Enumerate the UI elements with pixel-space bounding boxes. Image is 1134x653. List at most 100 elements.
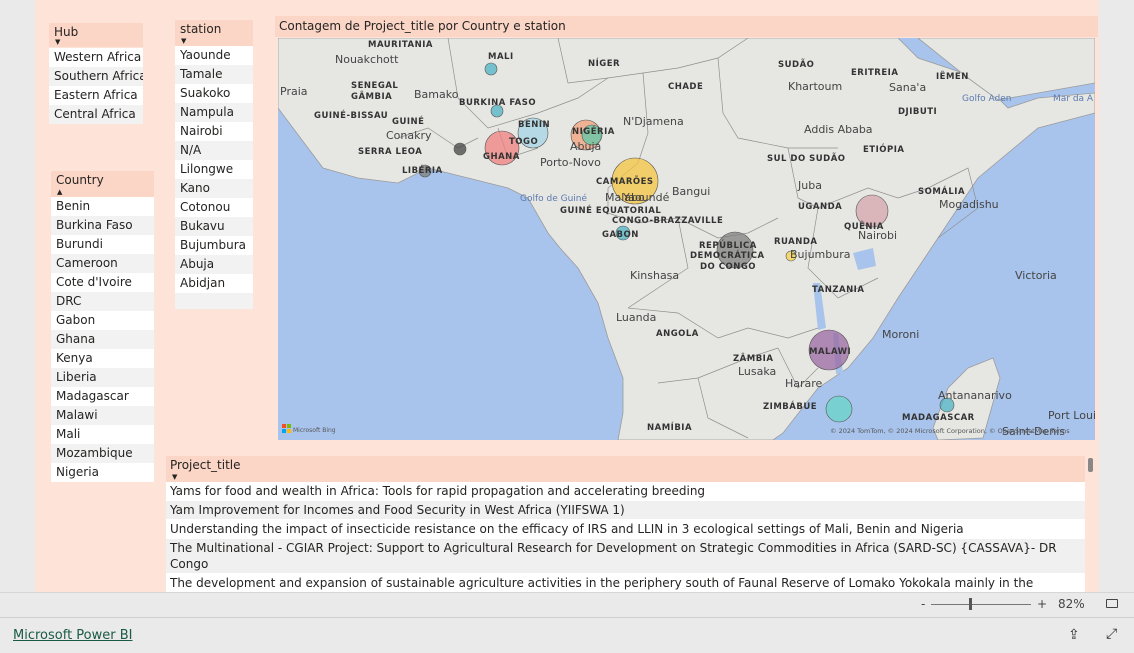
country-slicer-item[interactable]: Mozambique (51, 444, 154, 463)
map-bubble[interactable] (825, 395, 853, 423)
project-table-header[interactable]: Project_title ▼ (166, 456, 1085, 482)
map-country-label: MADAGASCAR (902, 413, 975, 423)
map-sea-label: Golfo Aden (962, 94, 1011, 104)
hub-slicer-item[interactable]: Central Africa (49, 105, 143, 124)
table-scrollbar-thumb[interactable] (1088, 458, 1093, 472)
map-country-label: SERRA LEOA (358, 147, 422, 157)
country-slicer-list: Benin Burkina Faso Burundi Cameroon Cote d'I… (51, 197, 154, 482)
map-country-label: TANZANIA (812, 285, 864, 295)
station-slicer-item[interactable]: Suakoko (175, 84, 253, 103)
table-scrollbar-track[interactable] (1086, 456, 1094, 592)
station-slicer-item[interactable]: Bukavu (175, 217, 253, 236)
station-slicer-item[interactable]: N/A (175, 141, 253, 160)
station-slicer-item[interactable]: Bujumbura (175, 236, 253, 255)
fit-to-page-icon[interactable] (1106, 599, 1118, 608)
zoom-out-button[interactable]: - (921, 597, 925, 611)
map-country-label: CONGO-BRAZZAVILLE (612, 216, 723, 226)
station-slicer-item[interactable]: Abuja (175, 255, 253, 274)
table-row[interactable]: Yams for food and wealth in Africa: Tool… (166, 482, 1085, 501)
table-row[interactable]: The Multinational - CGIAR Project: Suppo… (166, 539, 1085, 574)
map-city-label: Harare (785, 377, 823, 390)
map-country-label: DJIBUTI (898, 107, 937, 117)
map-country-label: DEMOCRÁTICA (690, 249, 765, 261)
map-bubble[interactable] (453, 142, 467, 156)
station-slicer-item[interactable]: Nampula (175, 103, 253, 122)
map-country-label: IÊMEN (936, 70, 969, 82)
table-row[interactable]: Yam Improvement for Incomes and Food Sec… (166, 501, 1085, 520)
station-slicer-item[interactable]: Yaounde (175, 46, 253, 65)
map-country-label: NÍGER (588, 57, 620, 69)
sort-down-icon[interactable]: ▼ (181, 38, 186, 45)
country-slicer-title: Country (56, 173, 104, 187)
zoom-slider-thumb[interactable] (969, 598, 972, 610)
station-slicer-item[interactable]: Lilongwe (175, 160, 253, 179)
hub-slicer-item[interactable]: Eastern Africa (49, 86, 143, 105)
map-country-label: RUANDA (774, 237, 818, 247)
map-country-label: GÂMBIA (351, 90, 392, 102)
country-slicer-item[interactable]: Liberia (51, 368, 154, 387)
country-slicer-item[interactable]: Ghana (51, 330, 154, 349)
map-country-label: REPÚBLICA (699, 239, 757, 251)
map-city-label: Nouakchott (335, 53, 399, 66)
hub-slicer-header[interactable]: Hub ▼ (49, 23, 143, 47)
map-city-label: Praia (280, 85, 308, 98)
table-row[interactable]: The development and expansion of sustain… (166, 574, 1085, 592)
map-city-label: Juba (797, 179, 822, 192)
map-city-label: Conakry (386, 129, 432, 142)
map-country-label: CAMARÕES (596, 175, 654, 187)
map-country-label: GUINÉ EQUATORIAL (560, 204, 661, 216)
map-country-label: BURKINA FASO (459, 98, 536, 108)
country-slicer-item[interactable]: Kenya (51, 349, 154, 368)
country-slicer-item[interactable]: Burkina Faso (51, 216, 154, 235)
map-city-label: Victoria (1015, 269, 1057, 282)
map-city-label: Addis Ababa (804, 123, 873, 136)
country-slicer-header[interactable]: Country ▲ (51, 171, 154, 197)
country-slicer-item[interactable]: Gabon (51, 311, 154, 330)
sort-down-icon[interactable]: ▼ (172, 473, 177, 481)
map-city-label: Lusaka (738, 365, 776, 378)
station-slicer-header[interactable]: station ▼ (175, 20, 253, 46)
map-country-label: SUL DO SUDÃO (767, 153, 846, 164)
country-slicer-item[interactable]: Cameroon (51, 254, 154, 273)
bing-logo: Microsoft Bing (282, 424, 336, 434)
station-slicer-item[interactable]: Cotonou (175, 198, 253, 217)
fullscreen-icon[interactable]: ⤢ (1106, 626, 1117, 642)
station-slicer-item[interactable]: Tamale (175, 65, 253, 84)
country-slicer-item[interactable]: Burundi (51, 235, 154, 254)
station-slicer-item[interactable]: Nairobi (175, 122, 253, 141)
map-country-label: ANGOLA (656, 329, 699, 339)
country-slicer-item[interactable]: Malawi (51, 406, 154, 425)
table-row[interactable]: Understanding the impact of insecticide … (166, 520, 1085, 539)
station-slicer-blank-row (175, 293, 253, 309)
sort-up-icon[interactable]: ▲ (57, 189, 62, 196)
map-bubble[interactable] (484, 62, 498, 76)
bubble-map[interactable]: MAURITANIA MALI NÍGER CHADE SUDÃO ERITREIA IÊM… (278, 38, 1095, 440)
share-icon[interactable]: ⇪ (1068, 627, 1080, 643)
power-bi-link[interactable]: Microsoft Power BI (13, 628, 132, 643)
country-slicer-item[interactable]: Benin (51, 197, 154, 216)
map-country-label: ZIMBÁBUE (763, 400, 817, 412)
map-country-label: GUINÉ (392, 115, 424, 127)
station-slicer-item[interactable]: Kano (175, 179, 253, 198)
zoom-slider-track[interactable] (931, 604, 1031, 605)
map-city-label: Antananarivo (938, 389, 1012, 402)
map-canvas[interactable]: MAURITANIA MALI NÍGER CHADE SUDÃO ERITREIA IÊM… (278, 38, 1095, 440)
country-slicer-item[interactable]: Madagascar (51, 387, 154, 406)
hub-slicer-item[interactable]: Southern Africa (49, 67, 143, 86)
country-slicer-item[interactable]: DRC (51, 292, 154, 311)
station-slicer-item[interactable]: Abidjan (175, 274, 253, 293)
map-city-label: Port Loui (1048, 409, 1095, 422)
country-slicer-item[interactable]: Mali (51, 425, 154, 444)
map-city-label: Sana'a (889, 81, 926, 94)
zoom-in-button[interactable]: + (1037, 597, 1047, 611)
hub-slicer-item[interactable]: Western Africa (49, 48, 143, 67)
country-slicer-item[interactable]: Cote d'Ivoire (51, 273, 154, 292)
map-city-label: Bamako (414, 88, 459, 101)
map-country-label: SENEGAL (351, 81, 398, 91)
map-country-label: DO CONGO (700, 262, 756, 272)
project-title-column: Project_title (170, 458, 241, 472)
station-slicer-title: station (180, 22, 222, 36)
sort-down-icon[interactable]: ▼ (55, 39, 60, 46)
country-slicer-item[interactable]: Nigeria (51, 463, 154, 482)
map-city-label: Luanda (616, 311, 656, 324)
